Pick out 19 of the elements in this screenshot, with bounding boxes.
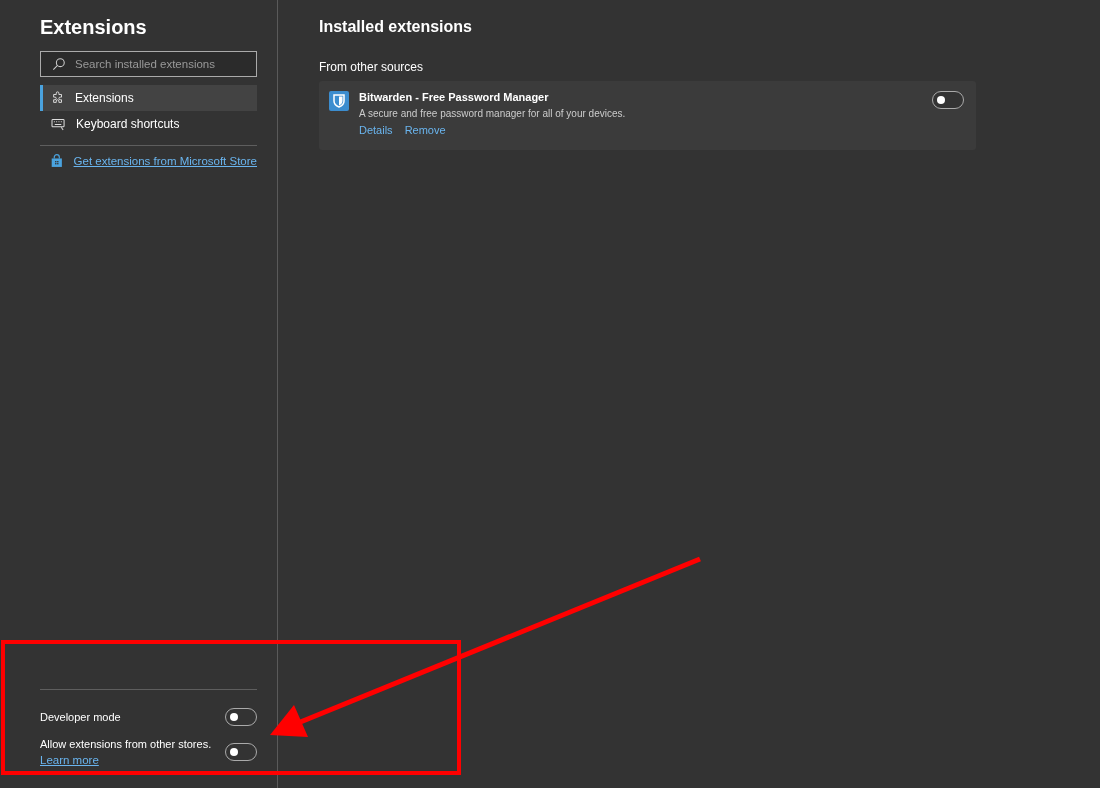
keyboard-icon — [51, 117, 66, 131]
setting-label: Allow extensions from other stores. — [40, 738, 212, 750]
page-title: Extensions — [40, 16, 148, 39]
extension-description: A secure and free password manager for all of your devices. — [359, 108, 627, 119]
toggle-switch[interactable] — [225, 708, 257, 726]
toggle-switch[interactable] — [225, 743, 257, 761]
nav-item[interactable]: Keyboard shortcuts — [40, 111, 257, 137]
search-field[interactable]: Search installed extensions — [40, 51, 257, 77]
nav-item[interactable]: Extensions — [40, 85, 257, 111]
extension-link[interactable]: Remove — [404, 124, 446, 136]
toggle-switch[interactable] — [932, 91, 964, 109]
extension-link[interactable]: Details — [359, 124, 393, 136]
setting-label: Developer mode — [40, 711, 121, 723]
subsection-title: From other sources — [319, 60, 425, 74]
shield-icon — [329, 91, 349, 111]
store-link[interactable]: Get extensions from Microsoft Store — [73, 155, 257, 167]
learn-more-link[interactable]: Learn more — [40, 754, 99, 766]
extension-name: Bitwarden - Free Password Manager — [359, 91, 550, 103]
section-title: Installed extensions — [319, 18, 473, 36]
